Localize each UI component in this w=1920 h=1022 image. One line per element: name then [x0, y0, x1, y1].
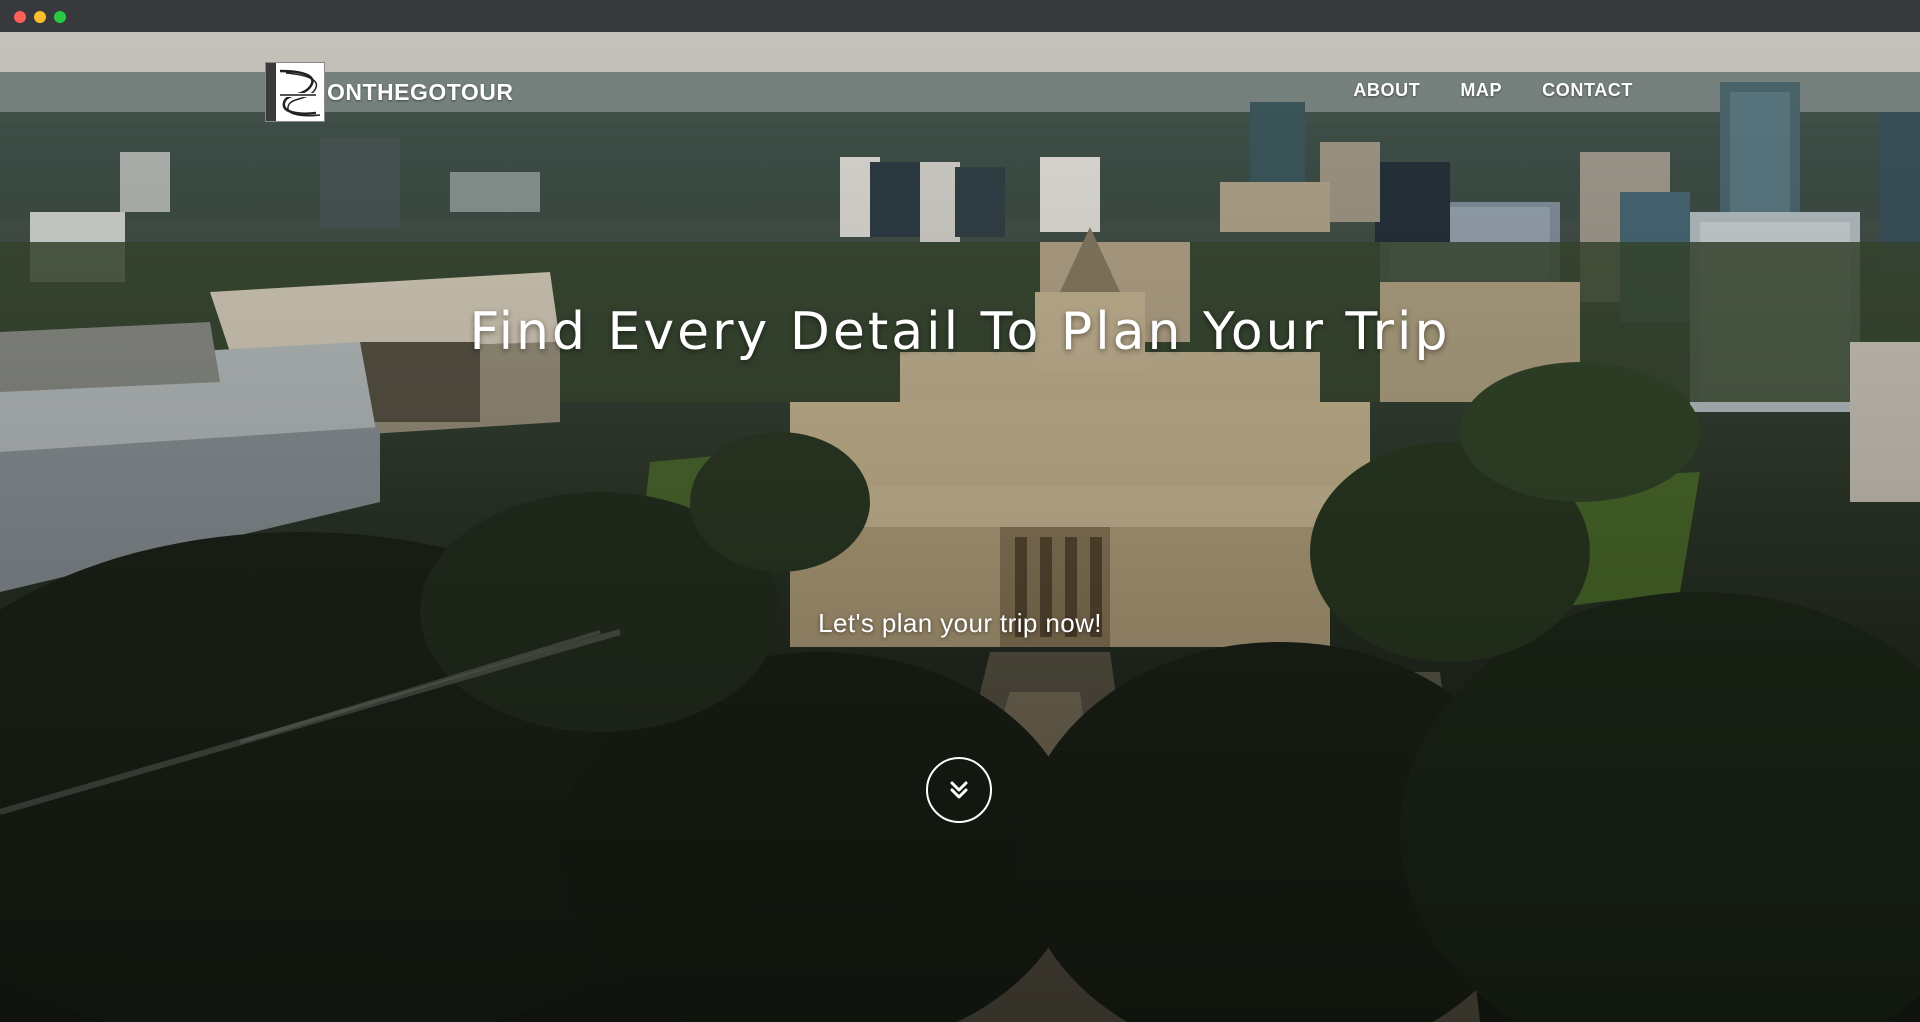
- brand-link[interactable]: ONTHEGOTOUR: [265, 62, 514, 122]
- hero-section: [0, 32, 1920, 1022]
- nav-item-map[interactable]: MAP: [1460, 80, 1502, 101]
- scroll-down-button[interactable]: [926, 757, 992, 823]
- onthego-logo-icon: [265, 62, 325, 122]
- minimize-window-button[interactable]: [34, 11, 46, 23]
- close-window-button[interactable]: [14, 11, 26, 23]
- window-titlebar: [0, 0, 1920, 32]
- brand-name: ONTHEGOTOUR: [327, 78, 514, 105]
- top-navbar: ONTHEGOTOUR ABOUT MAP CONTACT: [0, 58, 1920, 126]
- nav-item-contact[interactable]: CONTACT: [1542, 80, 1633, 101]
- nav-links: ABOUT MAP CONTACT: [1353, 80, 1633, 101]
- nav-item-about[interactable]: ABOUT: [1353, 80, 1420, 101]
- maximize-window-button[interactable]: [54, 11, 66, 23]
- browser-window: ONTHEGOTOUR ABOUT MAP CONTACT Find Every…: [0, 0, 1920, 1022]
- hero-subheadline: Let's plan your trip now!: [818, 608, 1102, 638]
- hero-overlay: [0, 32, 1920, 1022]
- hero-headline: Find Every Detail To Plan Your Trip: [469, 302, 1451, 362]
- double-chevron-down-icon: [950, 781, 968, 799]
